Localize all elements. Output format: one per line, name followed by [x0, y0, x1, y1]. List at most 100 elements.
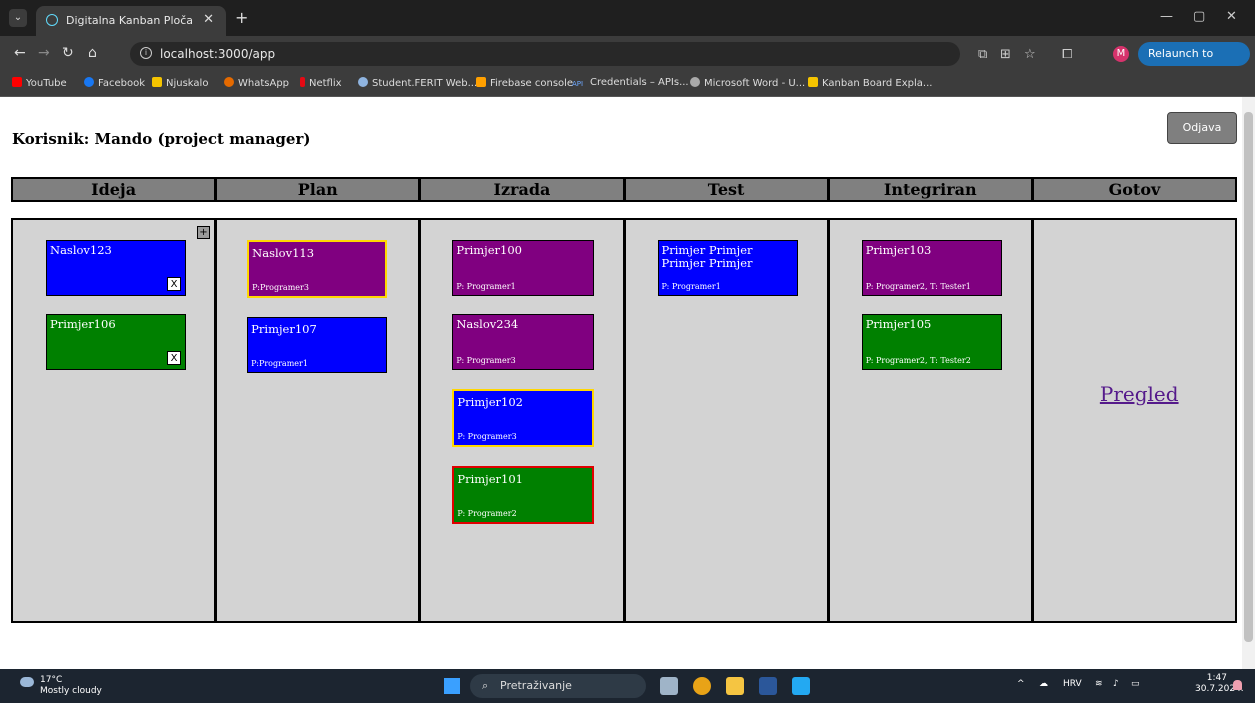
- address-bar[interactable]: i localhost:3000/app: [130, 42, 960, 66]
- windows-taskbar: 17°C Mostly cloudy ⌕ Pretraživanje ^ ☁ H…: [0, 669, 1255, 703]
- card-naslov113[interactable]: Naslov113 P:Programer3: [247, 240, 388, 298]
- close-window-icon[interactable]: ✕: [1226, 9, 1237, 24]
- home-icon[interactable]: ⌂: [88, 45, 97, 61]
- profile-avatar[interactable]: M: [1113, 46, 1129, 62]
- card-primjer102[interactable]: Primjer102 P: Programer3: [452, 389, 595, 447]
- card-assignees: P: Programer1: [661, 282, 721, 291]
- delete-card-button[interactable]: X: [167, 351, 181, 365]
- reload-icon[interactable]: ↻: [62, 45, 74, 61]
- volume-icon[interactable]: ♪: [1113, 679, 1119, 689]
- card-title: Primjer103: [865, 243, 932, 257]
- extensions-icon[interactable]: ⧠: [1062, 47, 1072, 62]
- windows-start-icon[interactable]: [444, 678, 460, 694]
- translate-icon[interactable]: ⊞: [1000, 47, 1011, 62]
- chevron-up-icon[interactable]: ^: [1017, 679, 1025, 689]
- close-tab-icon[interactable]: ✕: [203, 12, 214, 27]
- site-info-icon[interactable]: i: [140, 47, 152, 59]
- tab-title: Digitalna Kanban Ploča: [66, 14, 194, 27]
- onedrive-icon[interactable]: ☁: [1039, 679, 1048, 689]
- bookmark-firebase[interactable]: Firebase console: [476, 77, 573, 89]
- card-primjer103[interactable]: Primjer103 P: Programer2, T: Tester1: [861, 240, 1002, 296]
- firebase-icon: [476, 77, 486, 87]
- browser-toolbar: ← → ↻ ⌂ i localhost:3000/app ⧉ ⊞ ☆ ⧠: [0, 36, 1255, 72]
- date: 30.7.2024.: [1195, 684, 1244, 694]
- column-headers: Ideja Plan Izrada Test Integriran Gotov: [11, 177, 1237, 202]
- file-explorer-icon[interactable]: [726, 677, 744, 695]
- header-gotov: Gotov: [1108, 180, 1161, 199]
- bookmark-youtube[interactable]: YouTube: [12, 77, 67, 89]
- delete-card-button[interactable]: X: [167, 277, 181, 291]
- page-scrollbar[interactable]: [1242, 97, 1255, 669]
- browser-tab[interactable]: Digitalna Kanban Ploča ✕: [36, 6, 226, 36]
- battery-icon[interactable]: ▭: [1131, 679, 1140, 689]
- card-primjer100[interactable]: Primjer100 P: Programer1: [452, 240, 595, 296]
- card-primjer106[interactable]: Primjer106 X: [46, 314, 186, 370]
- card-title: Primjer105: [865, 317, 932, 331]
- forward-icon[interactable]: →: [38, 45, 50, 61]
- react-favicon-icon: [46, 14, 58, 26]
- bookmark-netflix[interactable]: Netflix: [300, 77, 342, 89]
- card-assignees: P:Programer3: [252, 283, 309, 292]
- card-title: Naslov113: [252, 246, 315, 260]
- back-icon[interactable]: ←: [14, 45, 26, 61]
- card-assignees: P: Programer2, T: Tester2: [865, 356, 971, 365]
- scrollbar-thumb[interactable]: [1244, 112, 1253, 642]
- bookmark-facebook[interactable]: Facebook: [84, 77, 145, 89]
- njuskalo-icon: [152, 77, 162, 87]
- bookmark-student-ferit[interactable]: Student.FERIT Web...: [358, 77, 477, 89]
- add-card-button[interactable]: +: [197, 226, 210, 239]
- word-icon[interactable]: [759, 677, 777, 695]
- taskbar-search[interactable]: ⌕ Pretraživanje: [470, 674, 646, 698]
- browser-tab-bar: ⌄ Digitalna Kanban Ploča ✕ + — ▢ ✕: [0, 0, 1255, 36]
- card-assignees: P: Programer2, T: Tester1: [865, 282, 971, 291]
- new-tab-icon[interactable]: +: [235, 8, 248, 27]
- card-primjer105[interactable]: Primjer105 P: Programer2, T: Tester2: [861, 314, 1002, 370]
- bookmark-microsoft-word[interactable]: Microsoft Word - U...: [690, 77, 805, 89]
- cloud-icon: [20, 677, 34, 687]
- card-title: Naslov123: [50, 243, 112, 257]
- task-view-icon[interactable]: [660, 677, 678, 695]
- relaunch-button[interactable]: Relaunch to update ⋮: [1138, 42, 1250, 84]
- logout-button[interactable]: Odjava: [1167, 112, 1237, 144]
- bookmark-njuskalo[interactable]: Njuskalo: [152, 77, 208, 89]
- card-assignees: P: Programer3: [457, 432, 517, 441]
- bookmark-kanban-board[interactable]: Kanban Board Expla...: [808, 77, 932, 89]
- language-indicator[interactable]: HRV: [1063, 679, 1082, 689]
- card-title: Primjer Primjer Primjer Primjer: [661, 243, 753, 270]
- header-test: Test: [626, 179, 830, 200]
- card-primjer-primjer[interactable]: Primjer Primjer Primjer Primjer P: Progr…: [657, 240, 798, 296]
- temperature: 17°C: [40, 675, 63, 685]
- column-ideja: + Naslov123 X Primjer106 X: [13, 220, 218, 621]
- column-izrada: Primjer100 P: Programer1 Naslov234 P: Pr…: [421, 220, 626, 621]
- pregled-link[interactable]: Pregled: [1100, 382, 1179, 406]
- clock[interactable]: 1:47 30.7.2024.: [1195, 673, 1244, 695]
- card-title: Primjer102: [457, 395, 523, 409]
- user-label: Korisnik: Mando (project manager): [12, 130, 311, 148]
- header-integriran: Integriran: [830, 179, 1034, 200]
- column-gotov: Pregled: [1034, 220, 1235, 621]
- card-assignees: P: Programer3: [456, 356, 516, 365]
- card-assignees: P: Programer2: [457, 509, 517, 518]
- card-naslov123[interactable]: Naslov123 X: [46, 240, 186, 296]
- tab-search-icon[interactable]: ⌄: [9, 9, 27, 27]
- vscode-icon[interactable]: [792, 677, 810, 695]
- bookmark-star-icon[interactable]: ☆: [1024, 47, 1036, 62]
- bookmark-whatsapp[interactable]: WhatsApp: [224, 77, 289, 89]
- cast-icon[interactable]: ⧉: [978, 47, 987, 62]
- restore-icon[interactable]: ▢: [1193, 9, 1205, 24]
- header-izrada: Izrada: [421, 179, 626, 200]
- column-test: Primjer Primjer Primjer Primjer P: Progr…: [626, 220, 830, 621]
- card-primjer101[interactable]: Primjer101 P: Programer2: [452, 466, 595, 524]
- minimize-icon[interactable]: —: [1160, 9, 1173, 24]
- card-title: Naslov234: [456, 317, 519, 331]
- kanban-board: + Naslov123 X Primjer106 X Naslov113 P:P…: [11, 218, 1237, 623]
- kanban-app: Korisnik: Mando (project manager) Odjava…: [0, 97, 1242, 669]
- notification-icon[interactable]: [1233, 680, 1242, 690]
- bookmark-credentials[interactable]: API Credentials – APIs...: [572, 77, 689, 90]
- card-naslov234[interactable]: Naslov234 P: Programer3: [452, 314, 595, 370]
- wifi-icon[interactable]: ≋: [1095, 679, 1103, 689]
- api-icon: API: [572, 80, 584, 88]
- chrome-icon[interactable]: [693, 677, 711, 695]
- card-primjer107[interactable]: Primjer107 P:Programer1: [247, 317, 388, 373]
- header-plan: Plan: [217, 179, 422, 200]
